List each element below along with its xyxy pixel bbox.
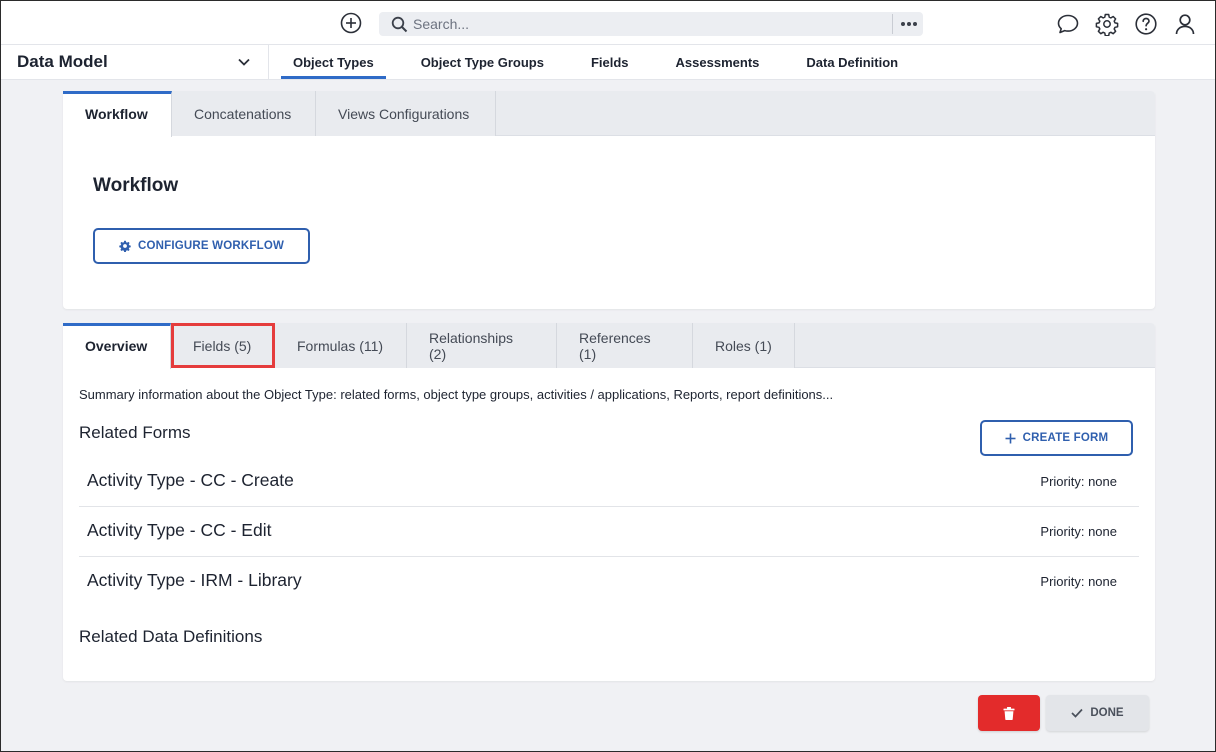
tab-formulas[interactable]: Formulas (11) xyxy=(275,323,407,368)
module-dropdown[interactable]: Data Model xyxy=(1,45,269,79)
form-priority: Priority: none xyxy=(1040,524,1117,539)
more-horizontal-icon[interactable] xyxy=(897,13,921,35)
tab-overview[interactable]: Overview xyxy=(63,323,171,369)
trash-icon xyxy=(1003,706,1015,720)
nav-tab-assessments[interactable]: Assessments xyxy=(664,45,772,79)
nav-tabs: Object Types Object Type Groups Fields A… xyxy=(281,45,933,79)
form-priority: Priority: none xyxy=(1040,574,1117,589)
form-priority: Priority: none xyxy=(1040,474,1117,489)
nav-tab-data-definition[interactable]: Data Definition xyxy=(794,45,910,79)
overview-card-tabs: Overview Fields (5) Formulas (11) Relati… xyxy=(63,323,1155,369)
list-item[interactable]: Activity Type - CC - Create Priority: no… xyxy=(79,457,1139,507)
check-icon xyxy=(1071,708,1083,718)
nav-tab-object-types[interactable]: Object Types xyxy=(281,45,386,79)
user-icon[interactable] xyxy=(1172,11,1197,36)
done-label: DONE xyxy=(1090,707,1124,719)
workflow-title: Workflow xyxy=(93,175,179,196)
overview-card: Overview Fields (5) Formulas (11) Relati… xyxy=(63,323,1155,681)
top-icons xyxy=(1055,11,1197,36)
module-label: Data Model xyxy=(17,52,108,71)
gear-icon[interactable] xyxy=(1094,11,1119,36)
top-bar xyxy=(1,1,1215,45)
nav-tab-fields[interactable]: Fields xyxy=(579,45,641,79)
add-button[interactable] xyxy=(339,11,363,35)
nav-tab-object-type-groups[interactable]: Object Type Groups xyxy=(409,45,556,79)
plus-icon xyxy=(1005,433,1016,443)
create-form-label: CREATE FORM xyxy=(1022,432,1109,444)
related-forms-heading: Related Forms xyxy=(79,423,191,442)
tab-roles[interactable]: Roles (1) xyxy=(693,323,795,368)
create-form-button[interactable]: CREATE FORM xyxy=(980,420,1133,456)
plus-circle-icon xyxy=(340,12,362,34)
related-forms-list: Activity Type - CC - Create Priority: no… xyxy=(79,457,1139,607)
configure-workflow-button[interactable]: CONFIGURE WORKFLOW xyxy=(93,228,310,264)
tab-references[interactable]: References (1) xyxy=(557,323,693,368)
sub-navigation: Data Model Object Types Object Type Grou… xyxy=(1,45,1215,80)
list-item[interactable]: Activity Type - CC - Edit Priority: none xyxy=(79,507,1139,557)
tab-views-configurations[interactable]: Views Configurations xyxy=(316,91,496,136)
form-name: Activity Type - CC - Create xyxy=(87,470,294,490)
tab-concatenations[interactable]: Concatenations xyxy=(172,91,316,136)
chat-bubble-icon[interactable] xyxy=(1055,11,1080,36)
tab-workflow[interactable]: Workflow xyxy=(63,91,172,137)
chevron-down-icon xyxy=(236,54,252,75)
search-divider xyxy=(892,14,893,34)
search-icon xyxy=(391,15,409,33)
workflow-card: Workflow Concatenations Views Configurat… xyxy=(63,91,1155,309)
overview-summary: Summary information about the Object Typ… xyxy=(79,387,834,402)
workflow-card-tabs: Workflow Concatenations Views Configurat… xyxy=(63,91,1155,137)
configure-workflow-label: CONFIGURE WORKFLOW xyxy=(137,240,285,252)
search-bar xyxy=(379,12,923,36)
form-name: Activity Type - CC - Edit xyxy=(87,520,272,540)
form-name: Activity Type - IRM - Library xyxy=(87,570,302,590)
help-circle-icon[interactable] xyxy=(1133,11,1158,36)
delete-button[interactable] xyxy=(978,695,1040,731)
tab-fields[interactable]: Fields (5) xyxy=(171,323,275,368)
gear-icon xyxy=(119,240,131,252)
list-item[interactable]: Activity Type - IRM - Library Priority: … xyxy=(79,557,1139,607)
related-data-definitions-heading: Related Data Definitions xyxy=(79,627,263,646)
done-button[interactable]: DONE xyxy=(1046,695,1149,731)
search-input[interactable] xyxy=(413,13,883,35)
tab-relationships[interactable]: Relationships (2) xyxy=(407,323,557,368)
